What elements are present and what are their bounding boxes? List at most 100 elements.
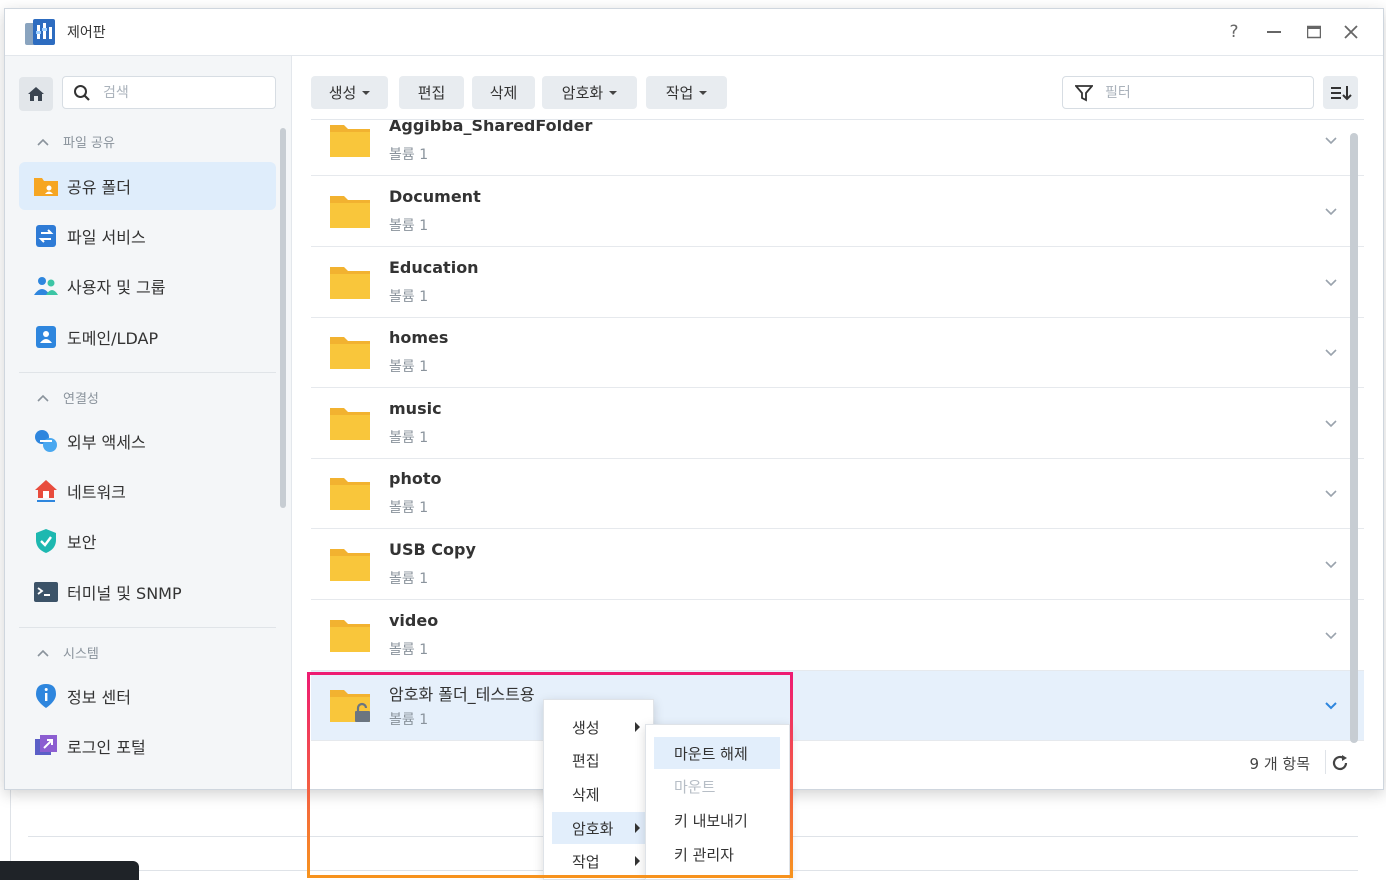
- folder-row[interactable]: Education 볼륨 1: [311, 248, 1364, 318]
- folder-row[interactable]: photo 볼륨 1: [311, 459, 1364, 529]
- folder-row-selected[interactable]: 암호화 폴더_테스트용 볼륨 1: [311, 671, 1364, 741]
- action-label: 작업: [665, 84, 694, 102]
- unmount-item[interactable]: 마운트 해제: [654, 737, 780, 769]
- export-key-item[interactable]: 키 내보내기: [654, 804, 780, 836]
- shared-folder-list: Aggibba_SharedFolder 볼륨 1 Document 볼륨 1 …: [311, 119, 1364, 745]
- sidebar-item-security[interactable]: 보안: [19, 517, 276, 565]
- context-item-create[interactable]: 생성: [552, 711, 646, 743]
- folder-row[interactable]: homes 볼륨 1: [311, 318, 1364, 388]
- sidebar-item-shared-folder[interactable]: 공유 폴더: [19, 162, 276, 210]
- delete-label: 삭제: [489, 84, 518, 102]
- sidebar-item-domain-ldap[interactable]: 도메인/LDAP: [19, 313, 276, 361]
- sort-button[interactable]: [1323, 76, 1358, 109]
- encryption-button[interactable]: 암호화: [542, 76, 637, 109]
- chevron-down-icon[interactable]: [1323, 344, 1339, 360]
- close-button[interactable]: [1338, 19, 1364, 45]
- edit-label: 편집: [417, 84, 446, 102]
- chevron-down-icon[interactable]: [1323, 132, 1339, 148]
- sidebar-item-label: 정보 센터: [67, 688, 131, 707]
- caret-right-icon: [635, 856, 640, 866]
- folder-icon: [330, 337, 370, 369]
- sidebar-item-info-center[interactable]: 정보 센터: [19, 672, 276, 720]
- list-scrollbar[interactable]: [1350, 133, 1358, 743]
- section-file-sharing[interactable]: 파일 공유: [37, 132, 115, 151]
- folder-icon: [330, 267, 370, 299]
- folder-name: Aggibba_SharedFolder: [389, 119, 593, 135]
- sidebar-item-network[interactable]: 네트워크: [19, 467, 276, 515]
- chevron-down-icon[interactable]: [1323, 556, 1339, 572]
- folder-row[interactable]: USB Copy 볼륨 1: [311, 530, 1364, 600]
- sidebar-item-label: 사용자 및 그룹: [67, 278, 166, 297]
- folder-volume: 볼륨 1: [389, 712, 429, 728]
- folder-row[interactable]: Aggibba_SharedFolder 볼륨 1: [311, 119, 1364, 176]
- context-item-label: 편집: [572, 751, 600, 770]
- chevron-down-icon[interactable]: [1323, 415, 1339, 431]
- key-manager-item[interactable]: 키 관리자: [654, 838, 780, 870]
- chevron-down-icon[interactable]: [1323, 697, 1339, 713]
- footer-divider: [1325, 750, 1326, 774]
- section-connectivity[interactable]: 연결성: [37, 388, 99, 407]
- folder-name: Education: [389, 258, 479, 277]
- folder-row[interactable]: Document 볼륨 1: [311, 177, 1364, 247]
- submenu-item-label: 마운트 해제: [674, 744, 748, 763]
- close-icon: [1344, 25, 1358, 39]
- chevron-up-icon: [37, 649, 49, 657]
- edit-button[interactable]: 편집: [399, 76, 464, 109]
- folder-row[interactable]: music 볼륨 1: [311, 389, 1364, 459]
- sidebar-item-label: 외부 액세스: [67, 433, 146, 452]
- sidebar-item-label: 네트워크: [67, 483, 126, 502]
- encrypted-folder-icon: [330, 690, 370, 722]
- context-item-edit[interactable]: 편집: [552, 744, 646, 776]
- help-button[interactable]: ?: [1221, 19, 1247, 45]
- folder-volume: 볼륨 1: [389, 500, 429, 516]
- sidebar-scrollbar[interactable]: [280, 128, 286, 508]
- folder-volume: 볼륨 1: [389, 289, 429, 305]
- refresh-icon[interactable]: [1330, 753, 1350, 773]
- folder-icon: [330, 549, 370, 581]
- sidebar-item-terminal-snmp[interactable]: 터미널 및 SNMP: [19, 568, 276, 616]
- caret-down-icon: [609, 90, 618, 95]
- filter-box[interactable]: [1062, 76, 1314, 109]
- section-system[interactable]: 시스템: [37, 643, 99, 662]
- minimize-button[interactable]: [1261, 19, 1287, 45]
- caret-right-icon: [635, 722, 640, 732]
- maximize-button[interactable]: [1301, 19, 1327, 45]
- action-button[interactable]: 작업: [646, 76, 727, 109]
- filter-input[interactable]: [1103, 82, 1297, 104]
- sidebar-item-partial[interactable]: [19, 772, 276, 789]
- sidebar-item-label: 보안: [67, 533, 97, 552]
- search-box[interactable]: [62, 76, 276, 109]
- chevron-down-icon[interactable]: [1323, 203, 1339, 219]
- control-panel-app-icon: [25, 19, 55, 45]
- folder-volume: 볼륨 1: [389, 359, 429, 375]
- context-item-encryption[interactable]: 암호화: [552, 812, 646, 844]
- chevron-down-icon[interactable]: [1323, 485, 1339, 501]
- context-item-delete[interactable]: 삭제: [552, 778, 646, 810]
- chevron-down-icon[interactable]: [1323, 274, 1339, 290]
- caret-down-icon: [699, 90, 708, 95]
- folder-name: homes: [389, 328, 449, 347]
- sidebar-item-login-portal[interactable]: 로그인 포털: [19, 722, 276, 770]
- search-input[interactable]: [101, 82, 265, 104]
- create-button[interactable]: 생성: [311, 76, 388, 109]
- login-portal-icon: [33, 733, 59, 759]
- title-bar[interactable]: 제어판 ?: [5, 9, 1383, 56]
- submenu-item-label: 마운트: [674, 777, 716, 796]
- folder-name: USB Copy: [389, 540, 476, 559]
- sidebar-item-label: 도메인/LDAP: [67, 329, 159, 348]
- delete-button[interactable]: 삭제: [472, 76, 535, 109]
- control-panel-window: 제어판 ? 파일 공유 공유 폴더: [4, 8, 1384, 790]
- chevron-down-icon[interactable]: [1323, 627, 1339, 643]
- folder-name: Document: [389, 187, 481, 206]
- context-item-action[interactable]: 작업: [552, 845, 646, 877]
- network-icon: [33, 478, 59, 504]
- section-label: 파일 공유: [63, 136, 115, 151]
- home-button[interactable]: [19, 77, 53, 111]
- folder-volume: 볼륨 1: [389, 571, 429, 587]
- sidebar-item-external-access[interactable]: 외부 액세스: [19, 417, 276, 465]
- context-item-label: 암호화: [572, 819, 614, 838]
- sidebar-item-file-services[interactable]: 파일 서비스: [19, 212, 276, 260]
- sidebar-item-user-group[interactable]: 사용자 및 그룹: [19, 262, 276, 310]
- folder-row[interactable]: video 볼륨 1: [311, 601, 1364, 671]
- submenu-item-label: 키 관리자: [674, 845, 734, 864]
